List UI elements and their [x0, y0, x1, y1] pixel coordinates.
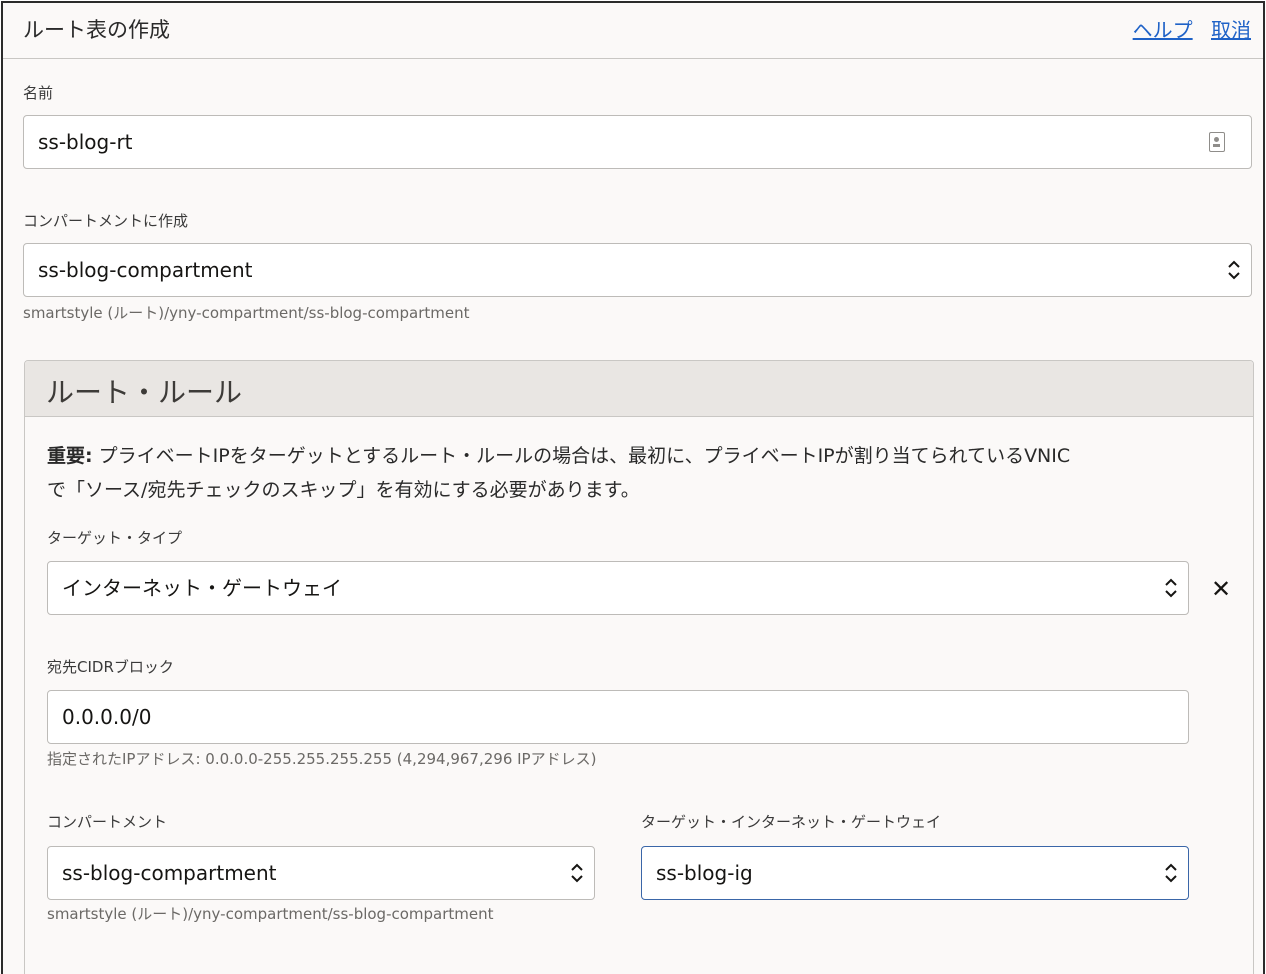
contact-card-icon	[1209, 132, 1225, 152]
route-rules-panel: ルート・ルール 重要: プライベートIPをターゲットとするルート・ルールの場合は…	[24, 360, 1254, 974]
note-line1: プライベートIPをターゲットとするルート・ルールの場合は、最初に、プライベートI…	[92, 445, 1071, 467]
note-line2: で「ソース/宛先チェックのスキップ」を有効にする必要があります。	[47, 479, 640, 501]
create-route-table-dialog: ルート表の作成 ヘルプ 取消 名前 ss-blog-rt コンパートメントに作成…	[1, 1, 1265, 974]
route-rules-title: ルート・ルール	[46, 376, 243, 409]
remove-rule-close-icon[interactable]: ✕	[1211, 575, 1231, 603]
header-links: ヘルプ 取消	[1121, 14, 1251, 43]
cancel-link[interactable]: 取消	[1211, 18, 1251, 42]
target-type-select[interactable]: インターネット・ゲートウェイ	[47, 561, 1189, 615]
cidr-input[interactable]: 0.0.0.0/0	[47, 690, 1189, 744]
select-arrows-icon	[571, 863, 583, 883]
name-label: 名前	[23, 84, 54, 102]
name-input[interactable]: ss-blog-rt	[23, 115, 1252, 169]
compartment-path: smartstyle (ルート)/yny-compartment/ss-blog…	[23, 304, 470, 322]
name-input-value: ss-blog-rt	[38, 130, 133, 154]
rule-compartment-path: smartstyle (ルート)/yny-compartment/ss-blog…	[47, 905, 494, 923]
compartment-select[interactable]: ss-blog-compartment	[23, 243, 1252, 297]
cidr-value: 0.0.0.0/0	[62, 705, 152, 729]
compartment-select-value: ss-blog-compartment	[38, 258, 253, 282]
note-bold: 重要:	[47, 445, 93, 467]
important-note: 重要: プライベートIPをターゲットとするルート・ルールの場合は、最初に、プライ…	[47, 439, 1227, 507]
rule-compartment-label: コンパートメント	[47, 813, 168, 831]
route-rules-header: ルート・ルール	[25, 361, 1253, 417]
select-arrows-icon	[1165, 578, 1177, 598]
compartment-label: コンパートメントに作成	[23, 212, 189, 230]
target-type-value: インターネット・ゲートウェイ	[62, 576, 342, 600]
target-gateway-label: ターゲット・インターネット・ゲートウェイ	[641, 813, 942, 831]
rule-compartment-select[interactable]: ss-blog-compartment	[47, 846, 595, 900]
target-type-label: ターゲット・タイプ	[47, 529, 183, 547]
select-arrows-icon	[1165, 863, 1177, 883]
cidr-label: 宛先CIDRブロック	[47, 658, 174, 676]
select-arrows-icon	[1228, 260, 1240, 280]
cidr-hint: 指定されたIPアドレス: 0.0.0.0-255.255.255.255 (4,…	[47, 750, 597, 768]
rule-compartment-value: ss-blog-compartment	[62, 861, 277, 885]
target-gateway-select[interactable]: ss-blog-ig	[641, 846, 1189, 900]
help-link[interactable]: ヘルプ	[1133, 18, 1193, 42]
target-gateway-value: ss-blog-ig	[656, 861, 753, 885]
dialog-title: ルート表の作成	[23, 18, 170, 42]
dialog-header: ルート表の作成 ヘルプ 取消	[3, 3, 1263, 59]
